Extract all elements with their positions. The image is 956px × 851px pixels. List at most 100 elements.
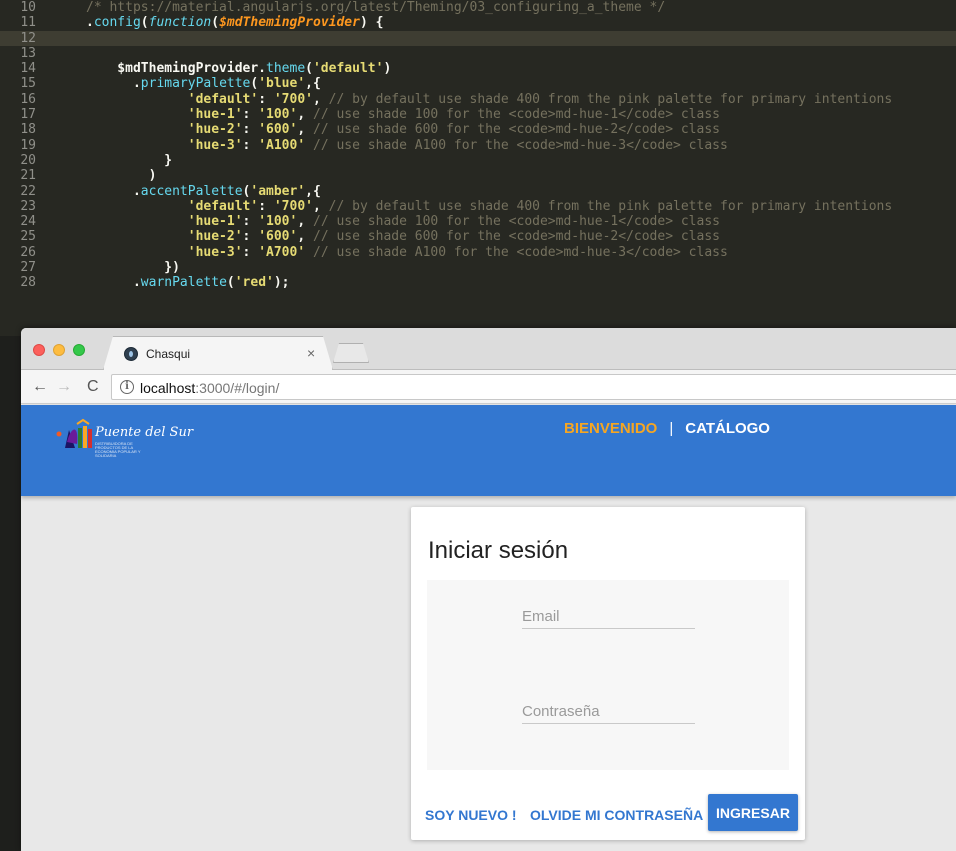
code-line[interactable]: 17 'hue-1': '100', // use shade 100 for …	[0, 107, 956, 122]
code-token: 'hue-3'	[187, 244, 243, 260]
info-icon[interactable]: i	[120, 380, 134, 394]
reload-icon[interactable]: C	[87, 378, 99, 396]
code-line[interactable]: 27 })	[0, 260, 956, 275]
code-token: warnPalette	[140, 275, 227, 291]
code-text: .warnPalette('red');	[46, 275, 290, 290]
close-window-button[interactable]	[33, 344, 45, 356]
code-token: 'A100'	[258, 137, 306, 153]
browser-window: Chasqui × ← → C i localhost:3000/#/login…	[21, 328, 956, 851]
code-token: .	[86, 275, 141, 291]
code-line[interactable]: 26 'hue-3': 'A700' // use shade A100 for…	[0, 245, 956, 260]
line-number: 19	[20, 137, 36, 153]
code-text: .primaryPalette('blue',{	[46, 76, 321, 91]
favicon-icon	[124, 347, 138, 361]
tab-chasqui[interactable]: Chasqui ×	[103, 336, 333, 370]
line-number: 23	[20, 198, 36, 214]
code-token: '600'	[258, 229, 298, 245]
code-text: .accentPalette('amber',{	[46, 184, 321, 199]
code-text: 'hue-1': '100', // use shade 100 for the…	[46, 214, 720, 229]
top-nav: BIENVENIDO | CATÁLOGO	[564, 420, 770, 437]
code-line[interactable]: 20 }	[0, 153, 956, 168]
code-token: $mdThemingProvider	[219, 15, 360, 31]
code-token: })	[86, 260, 180, 276]
code-line[interactable]: 25 'hue-2': '600', // use shade 600 for …	[0, 229, 956, 244]
code-token: .	[86, 183, 141, 199]
minimize-window-button[interactable]	[53, 344, 65, 356]
code-editor[interactable]: 10 /* https://material.angularjs.org/late…	[0, 0, 956, 336]
code-line[interactable]: 19 'hue-3': 'A100' // use shade A100 for…	[0, 138, 956, 153]
code-line[interactable]: 16 'default': '700', // by default use s…	[0, 92, 956, 107]
code-token: '100'	[258, 214, 298, 230]
address-bar[interactable]: i localhost:3000/#/login/	[111, 374, 956, 400]
code-line[interactable]: 10 /* https://material.angularjs.org/late…	[0, 0, 956, 15]
close-icon[interactable]: ×	[307, 345, 315, 361]
code-token: 'amber'	[250, 183, 306, 199]
code-token: 'default'	[187, 91, 259, 107]
nav-link-catalogo[interactable]: CATÁLOGO	[685, 420, 770, 437]
password-input[interactable]	[522, 700, 695, 722]
code-line[interactable]: 14 $mdThemingProvider.theme('default')	[0, 61, 956, 76]
code-text: 'hue-2': '600', // use shade 600 for the…	[46, 229, 720, 244]
login-submit-button[interactable]: INGRESAR	[708, 794, 798, 831]
code-token: ,	[297, 122, 313, 138]
code-token: // use shade 100 for the <code>md-hue-1<…	[313, 214, 720, 230]
code-token: ,	[297, 229, 313, 245]
tab-title: Chasqui	[146, 347, 191, 361]
code-token: 'hue-3'	[187, 137, 243, 153]
code-token: 'hue-1'	[187, 214, 243, 230]
code-token: (	[305, 61, 313, 77]
new-tab-button[interactable]	[333, 343, 369, 363]
forward-arrow-icon[interactable]: →	[56, 378, 72, 396]
code-token: .	[86, 15, 94, 31]
email-field	[522, 605, 695, 629]
code-token: ,{	[305, 76, 321, 92]
url-host: localhost	[140, 380, 196, 396]
code-token: // use shade 600 for the <code>md-hue-2<…	[313, 229, 720, 245]
code-token: :	[258, 198, 274, 214]
code-line[interactable]: 28 .warnPalette('red');	[0, 275, 956, 290]
code-line[interactable]: 11 .config(function($mdThemingProvider) {	[0, 15, 956, 30]
code-line[interactable]: 23 'default': '700', // by default use s…	[0, 199, 956, 214]
code-token: accentPalette	[140, 183, 243, 199]
code-line[interactable]: 12	[0, 30, 956, 46]
code-line[interactable]: 24 'hue-1': '100', // use shade 100 for …	[0, 214, 956, 229]
code-token: 'hue-2'	[187, 122, 243, 138]
new-user-button[interactable]: SOY NUEVO !	[425, 807, 517, 823]
code-token: 'default'	[187, 198, 259, 214]
line-number: 18	[20, 122, 36, 138]
zoom-window-button[interactable]	[73, 344, 85, 356]
tab-bar: Chasqui ×	[21, 328, 956, 370]
code-token: :	[242, 244, 259, 260]
url-text[interactable]: localhost:3000/#/login/	[140, 380, 279, 396]
back-arrow-icon[interactable]: ←	[32, 378, 48, 396]
line-number: 21	[20, 168, 36, 184]
code-line[interactable]: 13	[0, 46, 956, 61]
code-text: 'default': '700', // by default use shad…	[46, 199, 892, 214]
code-token: ,	[297, 107, 313, 123]
code-token: 'A700'	[258, 244, 306, 260]
code-token: :	[242, 214, 259, 230]
code-token: :	[258, 91, 274, 107]
code-token: '700'	[273, 91, 313, 107]
line-number: 13	[20, 45, 36, 61]
nav-separator: |	[669, 420, 674, 437]
line-number: 26	[20, 244, 36, 260]
code-token: )	[86, 168, 157, 184]
code-line[interactable]: 15 .primaryPalette('blue',{	[0, 76, 956, 91]
login-form	[427, 580, 789, 770]
email-input[interactable]	[522, 605, 695, 627]
forgot-password-button[interactable]: OLVIDE MI CONTRASEÑA	[530, 807, 703, 823]
code-line[interactable]: 22 .accentPalette('amber',{	[0, 184, 956, 199]
nav-link-bienvenido[interactable]: BIENVENIDO	[564, 420, 657, 437]
line-number: 20	[20, 152, 36, 168]
code-token: );	[273, 275, 290, 291]
code-token: ,	[297, 214, 313, 230]
code-line[interactable]: 18 'hue-2': '600', // use shade 600 for …	[0, 122, 956, 137]
code-line[interactable]: 21 )	[0, 168, 956, 183]
login-title: Iniciar sesión	[428, 537, 569, 564]
